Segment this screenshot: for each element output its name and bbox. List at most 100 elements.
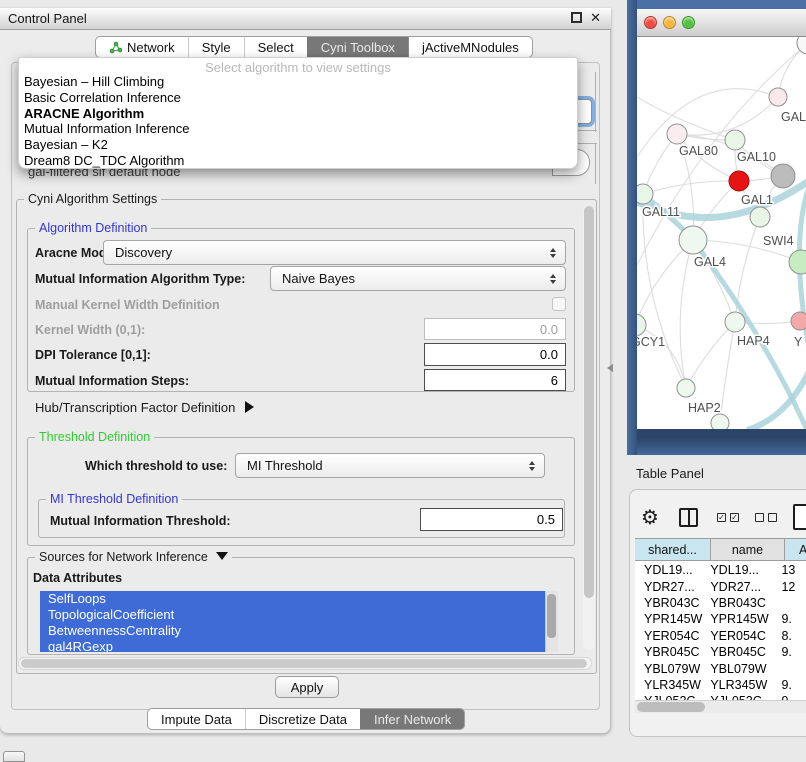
algorithm-option[interactable]: Mutual Information Inference (23, 121, 573, 137)
node-label: GAL80 (679, 144, 718, 158)
table-row[interactable]: YLR345WYLR345W9. (635, 677, 806, 693)
attribute-item[interactable]: SelfLoops (40, 591, 545, 607)
hub-definition-toggle[interactable]: Hub/Transcription Factor Definition (35, 400, 254, 415)
table-horizontal-scrollbar-thumb[interactable] (637, 702, 705, 712)
network-node-swi4[interactable] (750, 207, 770, 227)
control-panel-titlebar: Control Panel ✕ (0, 8, 611, 30)
settings-vertical-scrollbar-thumb[interactable] (584, 206, 594, 598)
table-row[interactable]: YJL052CYJL052C9 (635, 693, 806, 700)
attributes-list-scrollbar-thumb[interactable] (547, 594, 556, 638)
table-cell: YBL079W (635, 662, 707, 676)
table-cell: 12 (777, 580, 806, 594)
tab-cyni-toolbox[interactable]: Cyni Toolbox (307, 37, 408, 57)
table-cell: YDL19... (707, 563, 777, 577)
network-node[interactable] (789, 250, 806, 274)
splitter-collapse-arrow[interactable] (607, 364, 613, 372)
table-cell: 13 (777, 563, 806, 577)
which-threshold-value: MI Threshold (247, 458, 323, 473)
table-cell: YDL19... (635, 563, 707, 577)
tab-select[interactable]: Select (244, 37, 307, 57)
node-label: SWI4 (763, 234, 794, 248)
attribute-item[interactable]: TopologicalCoefficient (40, 607, 545, 623)
tab-impute-data[interactable]: Impute Data (148, 709, 245, 729)
deselect-checkboxes-icon[interactable] (755, 513, 777, 522)
group-border-fragment (578, 130, 597, 131)
close-icon[interactable]: ✕ (590, 12, 601, 23)
attribute-item[interactable]: BetweennessCentrality (40, 623, 545, 639)
mi-threshold-label: Mutual Information Threshold: (50, 514, 231, 528)
column-layout-icon[interactable] (679, 508, 698, 527)
mac-close-button[interactable] (644, 16, 657, 29)
function-builder-icon[interactable] (793, 504, 806, 530)
algorithm-option[interactable]: Bayesian – Hill Climbing (23, 74, 573, 90)
mac-zoom-button[interactable] (682, 16, 695, 29)
tab-jactivemnodules[interactable]: jActiveMNodules (408, 37, 532, 57)
tab-network[interactable]: Network (96, 37, 188, 57)
column-header[interactable]: A (785, 539, 806, 560)
table-row[interactable]: YBR045CYBR045C9. (635, 644, 806, 660)
network-node-gal[interactable] (769, 88, 787, 106)
settings-horizontal-scrollbar-thumb[interactable] (21, 659, 587, 668)
checked-box-icon: ✓ (730, 513, 739, 522)
algorithm-option[interactable]: Dream8 DC_TDC Algorithm (23, 153, 573, 169)
network-node[interactable] (771, 164, 795, 188)
column-header[interactable]: name (711, 539, 785, 560)
combo-arrows-icon (550, 248, 556, 258)
float-window-icon[interactable] (571, 12, 582, 23)
algorithm-option[interactable]: Basic Correlation Inference (23, 90, 573, 106)
algorithm-option[interactable]: Bayesian – K2 (23, 137, 573, 153)
mi-threshold-field[interactable]: 0.5 (420, 508, 563, 531)
table-cell: YER054C (635, 629, 707, 643)
table-body: YDL19...YDL19...13YDR27...YDR27...12YBR0… (635, 562, 806, 700)
network-icon (109, 41, 122, 54)
dpi-tolerance-field[interactable]: 0.0 (424, 343, 566, 366)
collapsed-panel-button[interactable] (3, 751, 25, 762)
screen: Control Panel ✕ NetworkStyle Select Cyni T… (0, 0, 806, 762)
table-cell: YBR043C (635, 596, 707, 610)
network-node-y[interactable] (791, 312, 806, 330)
network-node[interactable] (711, 414, 729, 429)
which-threshold-combobox[interactable]: MI Threshold (235, 453, 545, 478)
network-node-hap4[interactable] (725, 312, 745, 332)
tab-discretize-data[interactable]: Discretize Data (245, 709, 360, 729)
table-row[interactable]: YDL19...YDL19...13 (635, 562, 806, 578)
settings-gear-icon[interactable]: ⚙ (641, 505, 659, 530)
sources-title[interactable]: Sources for Network Inference (35, 550, 232, 564)
network-node-gal80[interactable] (667, 124, 687, 144)
column-header[interactable]: shared... (635, 539, 711, 560)
table-row[interactable]: YBL079WYBL079W (635, 660, 806, 676)
table-cell: YLR345W (635, 678, 707, 692)
select-all-checkboxes-icon[interactable]: ✓ ✓ (717, 513, 739, 522)
mi-steps-label: Mutual Information Steps: (35, 374, 189, 388)
tab-infer-network[interactable]: Infer Network (360, 709, 464, 729)
data-attributes-label: Data Attributes (33, 571, 122, 585)
attribute-item[interactable]: gal4RGexp (40, 639, 545, 652)
network-node-gal1[interactable] (729, 171, 749, 191)
network-node-hap2[interactable] (677, 379, 695, 397)
mac-minimize-button[interactable] (663, 16, 676, 29)
table-row[interactable]: YDR27...YDR27...12 (635, 578, 806, 594)
algorithm-option[interactable]: ARACNE Algorithm (23, 106, 573, 122)
network-edge (677, 97, 778, 135)
node-label: HAP4 (737, 334, 770, 348)
network-node-gcy1[interactable] (637, 314, 646, 336)
threshold-definition-title: Threshold Definition (35, 430, 154, 444)
tab-style[interactable]: Style (188, 37, 244, 57)
mi-steps-field[interactable]: 6 (424, 369, 566, 391)
mi-type-combobox[interactable]: Naive Bayes (270, 266, 566, 291)
table-row[interactable]: YPR145WYPR145W9. (635, 611, 806, 627)
network-node-gal11[interactable] (637, 184, 653, 204)
tab-label: Select (258, 40, 294, 55)
aracne-mode-combobox[interactable]: Discovery (103, 240, 566, 265)
network-node-gal4[interactable] (679, 226, 707, 254)
network-node-gal10[interactable] (725, 130, 745, 150)
manual-kernel-checkbox[interactable] (552, 297, 566, 311)
algorithm-definition-title: Algorithm Definition (35, 221, 151, 235)
apply-button[interactable]: Apply (275, 676, 339, 698)
table-cell: YBR043C (707, 596, 777, 610)
network-canvas[interactable]: GALGAL80GAL10GAL1GAL11SWI4GAL4GCY1HAP4YH… (637, 37, 806, 429)
tab-label: Impute Data (161, 712, 232, 727)
table-row[interactable]: YER054CYER054C8. (635, 628, 806, 644)
table-row[interactable]: YBR043CYBR043C (635, 595, 806, 611)
kernel-width-field[interactable]: 0.0 (424, 318, 566, 340)
